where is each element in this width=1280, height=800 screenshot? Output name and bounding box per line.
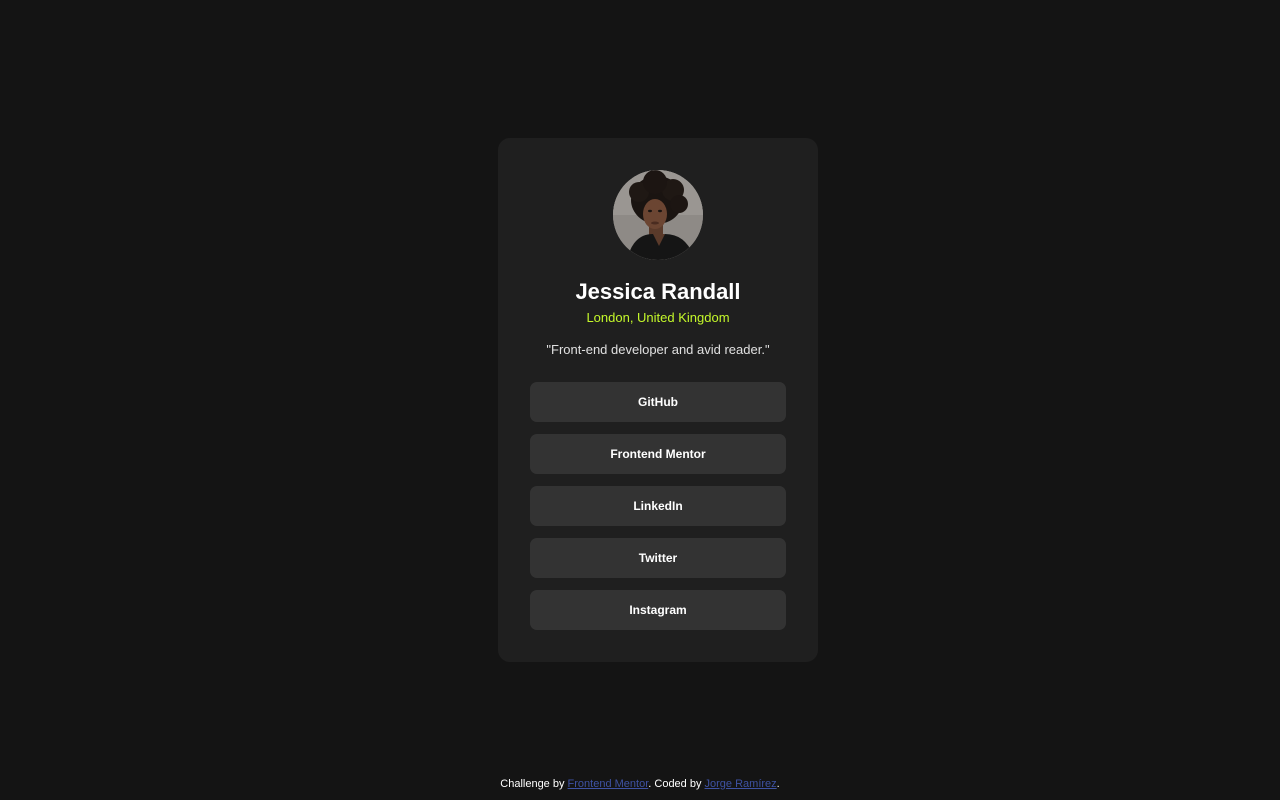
- avatar: [613, 170, 703, 260]
- profile-bio: "Front-end developer and avid reader.": [546, 342, 770, 357]
- frontend-mentor-footer-link[interactable]: Frontend Mentor: [568, 778, 649, 790]
- profile-location: London, United Kingdom: [586, 310, 730, 325]
- page: Jessica Randall London, United Kingdom "…: [0, 0, 1280, 800]
- footer-suffix: .: [776, 778, 780, 790]
- footer-prefix: Challenge by: [500, 778, 568, 790]
- author-footer-link[interactable]: Jorge Ramírez: [705, 778, 777, 790]
- linkedin-link-button[interactable]: LinkedIn: [530, 486, 786, 526]
- attribution-footer: Challenge by Frontend Mentor. Coded by J…: [0, 777, 1280, 791]
- avatar-photo-icon: [613, 170, 703, 260]
- profile-card: Jessica Randall London, United Kingdom "…: [498, 138, 818, 662]
- frontend-mentor-link-button[interactable]: Frontend Mentor: [530, 434, 786, 474]
- instagram-link-button[interactable]: Instagram: [530, 590, 786, 630]
- github-link-button[interactable]: GitHub: [530, 382, 786, 422]
- profile-name: Jessica Randall: [575, 279, 741, 304]
- footer-middle: . Coded by: [648, 778, 705, 790]
- twitter-link-button[interactable]: Twitter: [530, 538, 786, 578]
- social-links: GitHub Frontend Mentor LinkedIn Twitter …: [530, 382, 786, 642]
